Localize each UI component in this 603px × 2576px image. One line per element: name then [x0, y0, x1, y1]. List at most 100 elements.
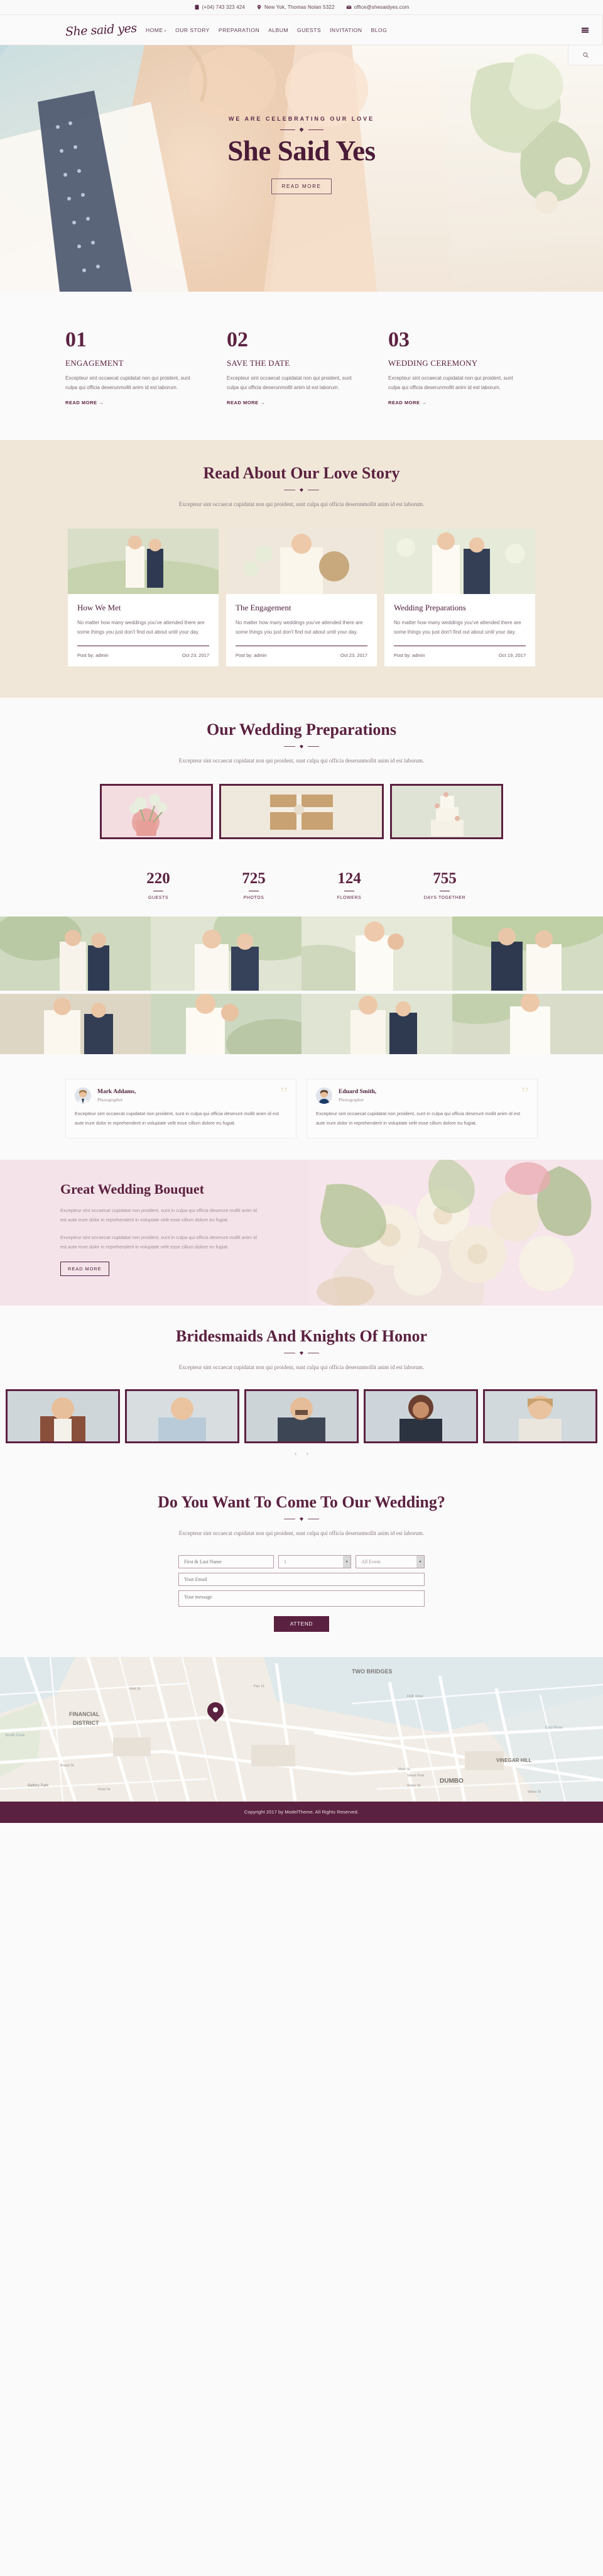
quote-icon: ”	[521, 1084, 529, 1104]
story-card-body: How We Met No matter how many weddings yo…	[68, 594, 219, 666]
preparations-header: Our Wedding Preparations Excepteur sint …	[0, 720, 603, 766]
person-card[interactable]	[125, 1389, 239, 1443]
map-label: DISTRICT	[73, 1719, 99, 1726]
topbar-address[interactable]: New Yok, Thomas Nolan 5322	[256, 4, 335, 10]
love-story-header: Read About Our Love Story Excepteur sint…	[0, 464, 603, 510]
story-card-title: Wedding Preparations	[394, 602, 466, 612]
nav-item-preparation[interactable]: PREPARATION	[219, 27, 259, 33]
story-card-image	[226, 528, 377, 594]
story-card-meta: Post by: admin Oct 23, 2017	[236, 652, 367, 658]
person-card[interactable]	[244, 1389, 359, 1443]
event-select[interactable]	[356, 1555, 425, 1568]
attend-submit-button[interactable]: ATTEND	[273, 1616, 330, 1632]
bouquet-section: Great Wedding Bouquet Excepteur sint occ…	[0, 1159, 603, 1306]
nav-item-our-story[interactable]: OUR STORY	[175, 27, 210, 33]
step-read-more-link[interactable]: READ MORE →	[227, 400, 265, 405]
map-label: Battery Park	[28, 1783, 49, 1788]
gallery-photo[interactable]	[151, 994, 327, 1070]
nav-item-guests[interactable]: GUESTS	[297, 27, 321, 33]
gallery-photo[interactable]	[427, 979, 603, 1057]
gallery-photo[interactable]	[270, 916, 452, 1002]
step-number: 01	[65, 328, 87, 351]
gallery-photo[interactable]	[302, 994, 452, 1057]
map-location-pin[interactable]	[204, 1698, 227, 1724]
person-card[interactable]	[6, 1389, 120, 1443]
carousel-next-icon[interactable]: ›	[307, 1451, 308, 1456]
map-label: South Cove	[5, 1733, 25, 1737]
nav-item-label: BLOG	[371, 26, 388, 33]
gallery-photo[interactable]	[151, 898, 327, 994]
map-label: Street Park	[407, 1773, 425, 1778]
top-contact-bar: (+04) 743 323 424 New Yok, Thomas Nolan …	[0, 0, 603, 15]
topbar-email[interactable]: office@shesaidyes.com	[346, 4, 410, 10]
step-read-more-link[interactable]: READ MORE →	[65, 400, 104, 405]
map-graphic	[0, 1656, 603, 1802]
story-card-title: The Engagement	[236, 602, 291, 612]
preparation-photo-gift[interactable]	[219, 783, 384, 839]
love-story-cards: How We Met No matter how many weddings yo…	[0, 528, 603, 666]
rsvp-subtitle: Excepteur sint occaecat cupidatat non qu…	[178, 1529, 425, 1536]
counter-divider	[344, 890, 354, 892]
story-card[interactable]: Wedding Preparations No matter how many w…	[384, 528, 535, 666]
step-read-more-link[interactable]: READ MORE →	[388, 400, 426, 405]
site-footer: Copyright 2017 by ModelTheme. All Rights…	[0, 1801, 603, 1823]
guests-select[interactable]	[278, 1555, 351, 1568]
chevron-down-icon[interactable]: ▾	[416, 1555, 424, 1568]
bouquet-read-more-button[interactable]: READ MORE	[60, 1262, 109, 1277]
hamburger-menu-icon[interactable]	[568, 15, 603, 45]
preparation-photo-cake[interactable]	[390, 783, 503, 839]
site-logo[interactable]: She said yes	[65, 21, 137, 38]
step-number: 02	[227, 328, 248, 351]
carousel-prev-icon[interactable]: ‹	[295, 1451, 296, 1456]
divider-line-left	[284, 746, 295, 747]
testimonial-name: Mark Addams,	[97, 1089, 136, 1096]
person-card[interactable]	[364, 1389, 478, 1443]
story-card[interactable]: The Engagement No matter how many wedding…	[226, 528, 377, 666]
testimonial-text: Excepteur sint occaecat cupidatat non pr…	[316, 1111, 521, 1126]
nav-item-label: HOME	[146, 26, 163, 33]
nav-item-home[interactable]: HOME ▾	[146, 27, 166, 33]
bridesmaids-section: Bridesmaids And Knights Of Honor Excepte…	[0, 1305, 603, 1472]
hero-banner: WE ARE CELEBRATING OUR LOVE She Said Yes…	[0, 45, 603, 292]
nav-item-invitation[interactable]: INVITATION	[330, 27, 362, 33]
nav-item-label: INVITATION	[330, 26, 362, 33]
map-label: FINANCIAL	[69, 1710, 100, 1717]
testimonial-header: Eduard Smith, Photographer	[316, 1087, 528, 1104]
preparations-title: Our Wedding Preparations	[207, 720, 396, 739]
counter-value: 725	[242, 869, 266, 887]
preparation-photo-flowers[interactable]	[100, 783, 213, 839]
map-label: East River	[545, 1726, 563, 1730]
nav-item-label: ALBUM	[268, 26, 289, 33]
location-pin-icon	[257, 4, 261, 10]
counter-label: GUESTS	[148, 896, 169, 901]
counter-divider	[249, 890, 259, 892]
counter-value: 755	[433, 869, 457, 887]
rsvp-title: Do You Want To Come To Our Wedding?	[158, 1492, 445, 1511]
person-card[interactable]	[483, 1389, 597, 1443]
search-toggle-button[interactable]	[568, 45, 603, 65]
bouquet-photo	[308, 1159, 603, 1306]
nav-item-album[interactable]: ALBUM	[268, 27, 288, 33]
nav-item-blog[interactable]: BLOG	[371, 27, 388, 33]
topbar-phone[interactable]: (+04) 743 323 424	[194, 4, 245, 10]
email-input[interactable]	[178, 1572, 425, 1586]
preparations-gallery	[0, 783, 603, 839]
story-card-author: Post by: admin	[236, 652, 267, 658]
testimonial-text: Excepteur sint occaecat cupidatat non pr…	[75, 1111, 280, 1126]
steps-section: 01 ENGAGEMENT Excepteur sint occaecat cupi…	[0, 292, 603, 440]
location-map[interactable]: TWO BRIDGES FINANCIAL DISTRICT VINEGAR HILL…	[0, 1656, 603, 1802]
story-card-text: No matter how many weddings you've atten…	[394, 619, 521, 636]
story-card[interactable]: How We Met No matter how many weddings yo…	[43, 528, 244, 666]
gallery-photo[interactable]	[0, 994, 151, 1057]
divider-line-right	[308, 129, 323, 130]
hero-read-more-button[interactable]: READ MORE	[271, 179, 332, 194]
diamond-icon	[300, 1351, 303, 1355]
gallery-photo[interactable]	[446, 893, 603, 994]
nav-item-label: OUR STORY	[175, 26, 210, 33]
photo-gallery	[0, 893, 603, 1070]
message-textarea[interactable]	[178, 1590, 425, 1607]
gallery-photo[interactable]	[0, 910, 151, 994]
map-label: VINEGAR HILL	[496, 1757, 532, 1763]
name-input[interactable]	[178, 1555, 274, 1568]
chevron-down-icon[interactable]: ▾	[343, 1555, 350, 1568]
